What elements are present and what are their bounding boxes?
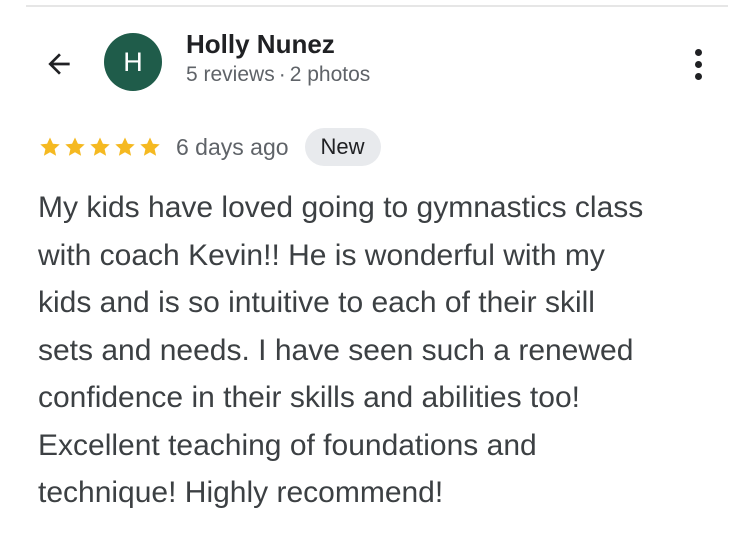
more-vert-icon: [694, 48, 702, 56]
reviewer-name[interactable]: Holly Nunez: [186, 28, 335, 60]
star-icon: [90, 137, 110, 156]
review-text: My kids have loved going to gymnastics c…: [38, 191, 644, 509]
reviewer-meta: 5 reviews · 2 photos: [186, 62, 370, 88]
back-button[interactable]: [38, 43, 80, 85]
star-icon: [115, 137, 135, 156]
rating-row: 6 days ago New: [38, 127, 381, 167]
new-badge: New: [304, 128, 381, 166]
avatar-initial: H: [123, 46, 143, 77]
meta-separator: ·: [278, 63, 286, 86]
arrow-back-icon: [48, 53, 70, 75]
top-divider: [26, 5, 728, 7]
avatar[interactable]: H: [104, 33, 162, 91]
photos-count: 2 photos: [289, 63, 371, 86]
review-time: 6 days ago: [176, 133, 289, 160]
star-icon: [65, 137, 85, 156]
more-options-button[interactable]: [680, 42, 716, 86]
star-rating: [38, 135, 162, 159]
star-icon: [40, 137, 60, 156]
star-icon: [140, 137, 160, 156]
reviews-count: 5 reviews: [186, 63, 275, 86]
review-header: H Holly Nunez 5 reviews · 2 photos: [0, 24, 734, 100]
